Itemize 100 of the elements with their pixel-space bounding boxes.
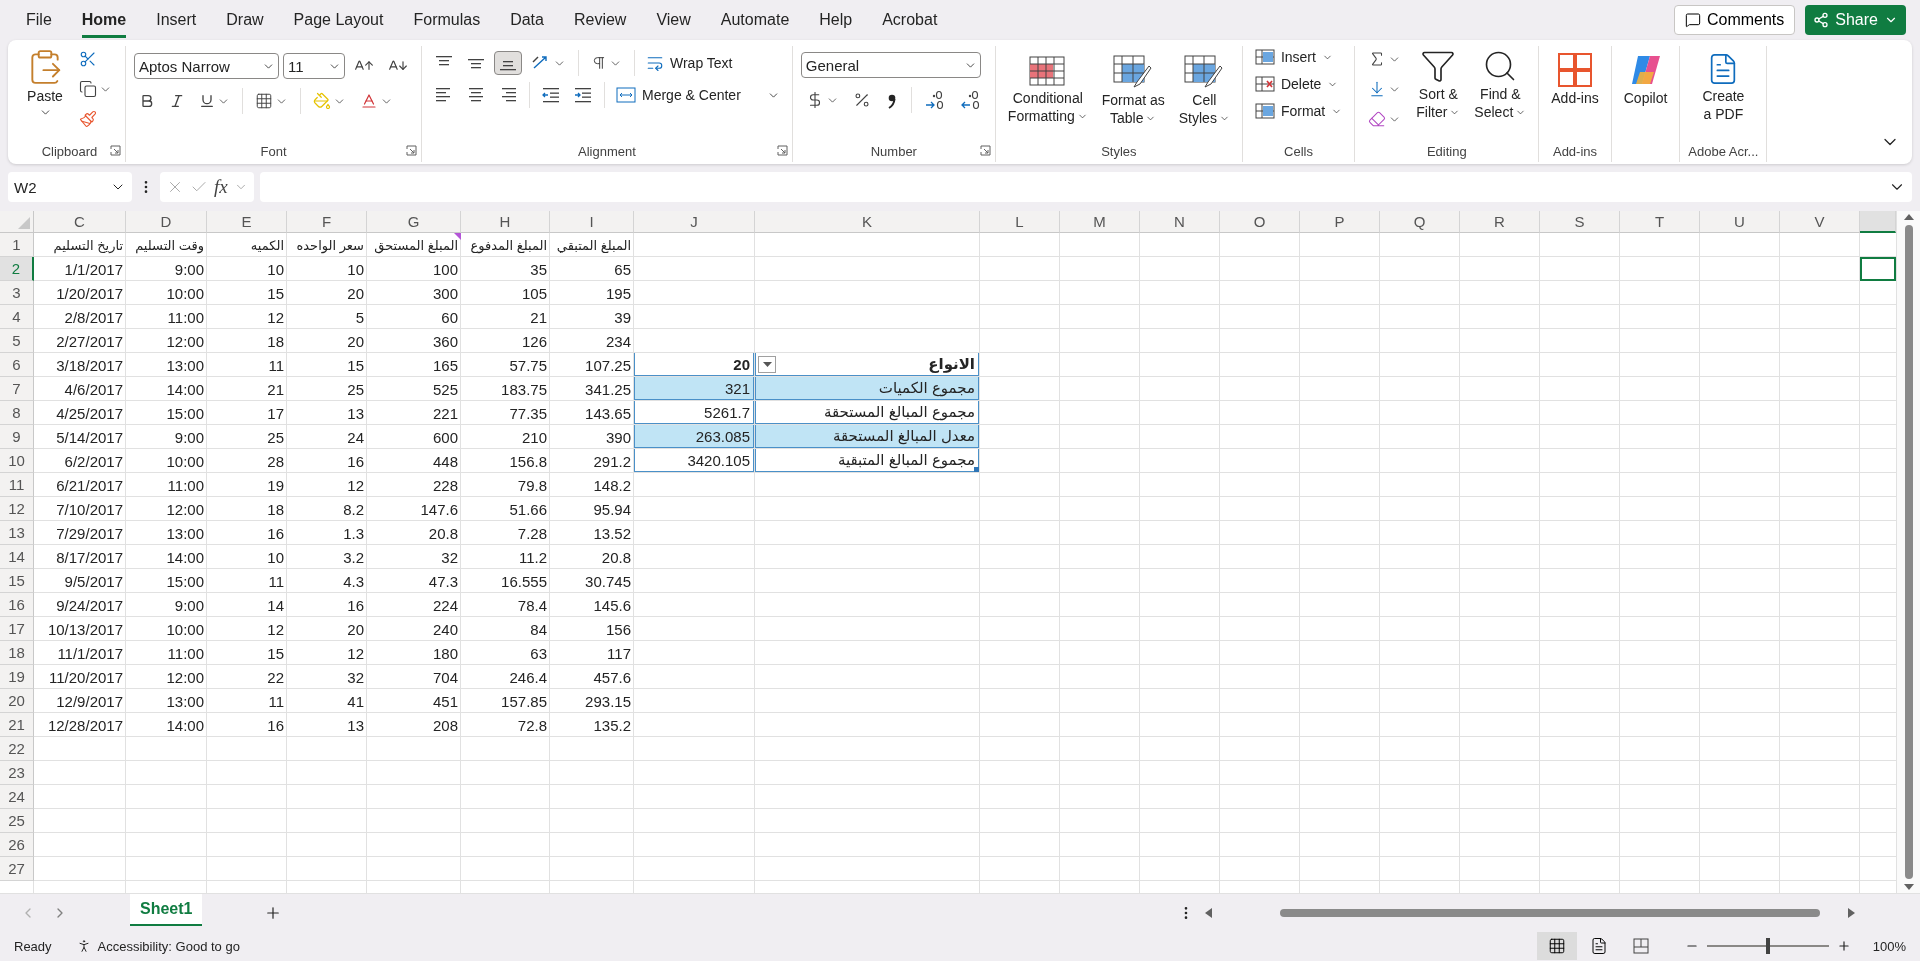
share-button[interactable]: Share: [1805, 5, 1906, 35]
row-header[interactable]: 22: [0, 737, 34, 761]
number-format-dropdown[interactable]: General: [800, 52, 981, 78]
column-header[interactable]: C: [34, 211, 126, 233]
cell-styles-icon[interactable]: [1184, 54, 1225, 90]
column-header[interactable]: D: [126, 211, 207, 233]
menu-tab[interactable]: File: [26, 2, 52, 38]
formula-input[interactable]: [259, 172, 1912, 202]
resize-handle[interactable]: [974, 467, 979, 472]
menu-tab[interactable]: Automate: [720, 2, 790, 38]
scroll-down-icon[interactable]: [1903, 883, 1914, 891]
menu-tab[interactable]: Draw: [226, 2, 264, 38]
column-header[interactable]: [1860, 211, 1896, 233]
italic-icon[interactable]: [169, 93, 185, 109]
conditional-formatting-icon[interactable]: [1028, 54, 1067, 88]
row-header[interactable]: 16: [0, 593, 34, 617]
menu-tab[interactable]: Acrobat: [882, 2, 938, 38]
row-header[interactable]: 2: [0, 257, 34, 281]
bold-icon[interactable]: [139, 93, 155, 109]
row-header[interactable]: 12: [0, 497, 34, 521]
font-size-dropdown[interactable]: 11: [283, 53, 345, 79]
page-break-icon[interactable]: [1631, 937, 1650, 955]
normal-view-button[interactable]: [1536, 932, 1577, 960]
row-header[interactable]: 21: [0, 713, 34, 737]
pilcrow-icon[interactable]: [591, 55, 607, 71]
row-header[interactable]: 24: [0, 785, 34, 809]
caret-icon[interactable]: [762, 361, 772, 368]
increase-decimal-icon[interactable]: [923, 90, 946, 110]
styles-button[interactable]: Cell Styles: [1174, 52, 1234, 129]
dialog-launcher-icon[interactable]: [406, 145, 417, 156]
sheet-tab[interactable]: Sheet1: [130, 893, 203, 926]
font-color-icon[interactable]: [360, 92, 378, 110]
insert-cells-icon[interactable]: [1254, 48, 1275, 66]
column-header[interactable]: M: [1060, 211, 1140, 233]
column-header[interactable]: U: [1700, 211, 1780, 233]
column-header[interactable]: S: [1540, 211, 1620, 233]
row-header[interactable]: 15: [0, 569, 34, 593]
share-icon[interactable]: [1813, 12, 1830, 28]
scroll-up-icon[interactable]: [1903, 213, 1914, 221]
merge-icon[interactable]: [616, 87, 636, 103]
zoom-in-icon[interactable]: [1836, 939, 1851, 953]
percent-icon[interactable]: [852, 91, 871, 109]
indent-decrease-icon[interactable]: [542, 87, 560, 103]
row-header[interactable]: 27: [0, 857, 34, 881]
row-header[interactable]: 10: [0, 449, 34, 473]
insert-function-button[interactable]: fx: [214, 176, 228, 198]
row-header[interactable]: 19: [0, 665, 34, 689]
merge-center-button[interactable]: Merge & Center: [612, 85, 784, 105]
filter-dropdown-button[interactable]: [758, 356, 776, 373]
styles-button[interactable]: Conditional Formatting: [1003, 52, 1092, 127]
add-ins-button[interactable]: Add-ins: [1547, 50, 1603, 109]
row-header[interactable]: 17: [0, 617, 34, 641]
scissors-icon[interactable]: [79, 50, 97, 68]
row-header[interactable]: 3: [0, 281, 34, 305]
paste-button[interactable]: Paste: [22, 46, 68, 122]
name-box[interactable]: W2: [8, 172, 132, 202]
accessibility-status[interactable]: Accessibility: Good to go: [75, 938, 240, 954]
cells-button[interactable]: Delete: [1250, 73, 1347, 95]
row-header[interactable]: 14: [0, 545, 34, 569]
paintbrush-icon[interactable]: [79, 110, 97, 128]
sort-filter-button[interactable]: Sort & Filter: [1412, 46, 1465, 123]
row-header[interactable]: 7: [0, 377, 34, 401]
cells-button[interactable]: Insert: [1250, 46, 1347, 68]
row-header[interactable]: 25: [0, 809, 34, 833]
menu-tab[interactable]: Formulas: [413, 2, 481, 38]
align-right-icon[interactable]: [499, 87, 517, 103]
row-header[interactable]: 6: [0, 353, 34, 377]
dialog-launcher-icon[interactable]: [776, 145, 788, 156]
column-header[interactable]: P: [1300, 211, 1380, 233]
copilot-button[interactable]: Copilot: [1619, 50, 1672, 109]
row-header[interactable]: 11: [0, 473, 34, 497]
column-header[interactable]: R: [1460, 211, 1540, 233]
zoom-level[interactable]: 100%: [1872, 938, 1906, 954]
borders-icon[interactable]: [255, 92, 273, 110]
column-header[interactable]: F: [287, 211, 367, 233]
styles-button[interactable]: Format as Table: [1097, 52, 1169, 129]
scrollbar-thumb[interactable]: [1904, 225, 1913, 879]
add-ins-icon[interactable]: [1557, 52, 1593, 88]
comments-button[interactable]: Comments: [1673, 5, 1796, 35]
row-header[interactable]: 26: [0, 833, 34, 857]
eraser-icon[interactable]: [1368, 110, 1387, 128]
indent-increase-icon[interactable]: [574, 87, 592, 103]
column-header[interactable]: E: [207, 211, 287, 233]
row-header[interactable]: 9: [0, 425, 34, 449]
column-header[interactable]: O: [1220, 211, 1300, 233]
format-cells-icon[interactable]: [1254, 102, 1275, 120]
align-center-icon[interactable]: [467, 87, 485, 103]
row-header[interactable]: 4: [0, 305, 34, 329]
delete-cells-icon[interactable]: [1254, 75, 1275, 93]
dialog-launcher-icon[interactable]: [979, 145, 991, 156]
row-header[interactable]: 1: [0, 233, 34, 257]
wrap-text-button[interactable]: Wrap Text: [642, 52, 737, 74]
underline-icon[interactable]: [199, 93, 215, 109]
menu-tab[interactable]: View: [656, 2, 691, 38]
comment-icon[interactable]: [1684, 12, 1701, 28]
page-icon[interactable]: [1589, 937, 1608, 955]
menu-tab[interactable]: Home: [81, 2, 127, 38]
column-header[interactable]: K: [755, 211, 980, 233]
active-cell[interactable]: [1860, 257, 1896, 281]
menu-tab[interactable]: Page Layout: [293, 2, 384, 38]
